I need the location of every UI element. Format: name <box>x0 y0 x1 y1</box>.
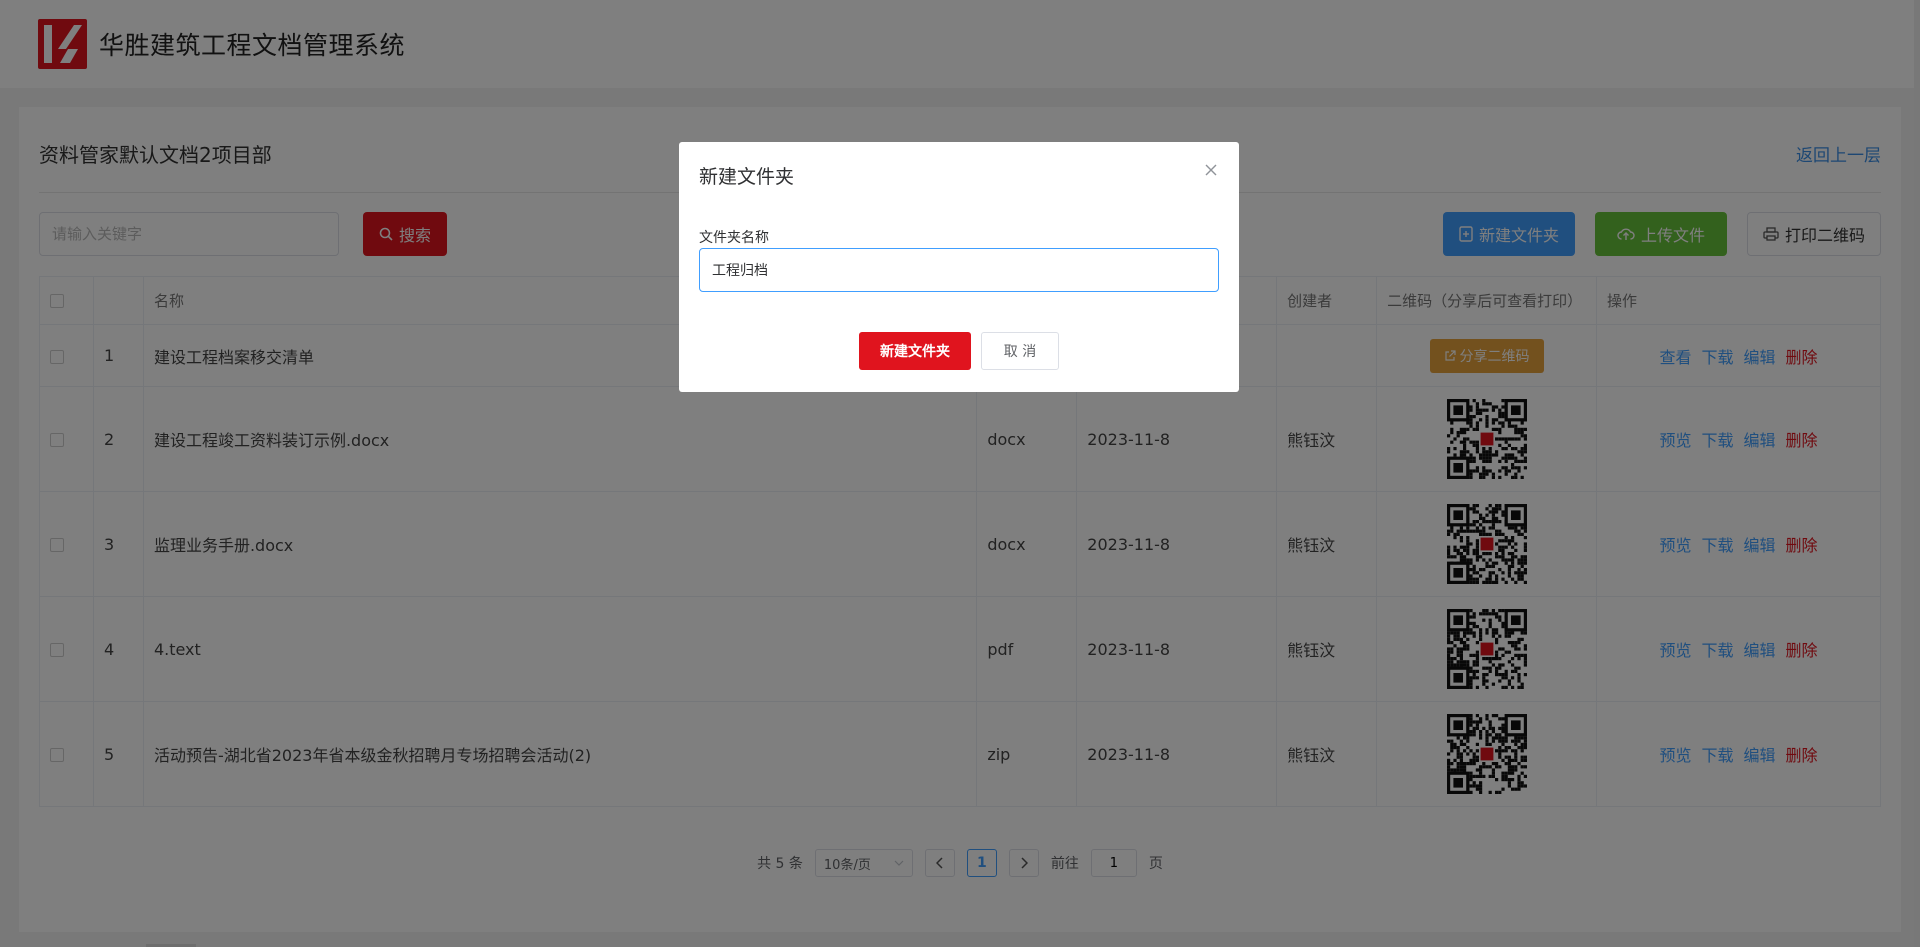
dialog-title: 新建文件夹 <box>699 166 795 188</box>
cancel-button[interactable]: 取 消 <box>981 332 1059 370</box>
new-folder-dialog: 新建文件夹 文件夹名称 新建文件夹 取 消 <box>679 142 1239 392</box>
folder-name-label: 文件夹名称 <box>699 230 769 246</box>
close-icon[interactable] <box>1203 162 1219 178</box>
folder-name-input[interactable] <box>699 248 1219 292</box>
create-folder-button[interactable]: 新建文件夹 <box>859 332 971 370</box>
